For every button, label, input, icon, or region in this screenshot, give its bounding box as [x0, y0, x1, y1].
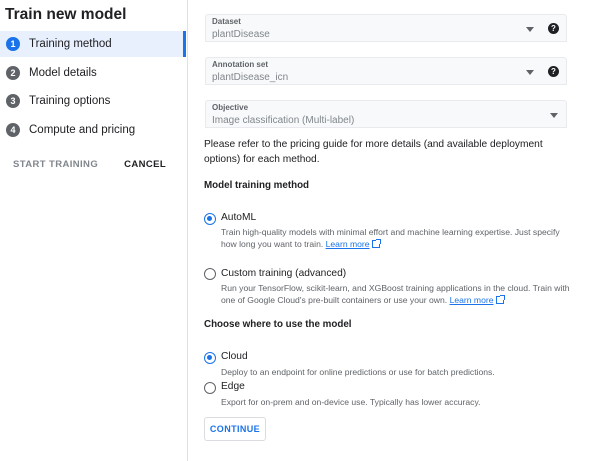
automl-title: AutoML [221, 212, 257, 223]
help-icon[interactable]: ? [548, 23, 559, 34]
objective-select[interactable]: Objective Image classification (Multi-la… [205, 100, 567, 128]
custom-training-description: Run your TensorFlow, scikit-learn, and X… [221, 282, 576, 306]
cloud-description: Deploy to an endpoint for online predict… [221, 367, 495, 377]
step-number-badge: 2 [6, 66, 20, 80]
step-label: Training method [29, 38, 112, 50]
method-section-title: Model training method [204, 180, 310, 191]
custom-training-radio[interactable] [204, 268, 216, 280]
page-title: Train new model [5, 6, 127, 23]
edge-description: Export for on-prem and on-device use. Ty… [221, 397, 481, 407]
external-link-icon [371, 239, 381, 248]
step-compute-and-pricing[interactable]: 4 Compute and pricing [0, 117, 186, 143]
step-training-method[interactable]: 1 Training method [0, 31, 186, 57]
cancel-button[interactable]: CANCEL [124, 159, 166, 170]
automl-learn-more-link[interactable]: Learn more [326, 239, 370, 249]
annotation-set-select[interactable]: Annotation set plantDisease_icn ? [205, 57, 567, 85]
edge-radio[interactable] [204, 382, 216, 394]
dataset-label: Dataset [212, 17, 241, 26]
automl-desc-text: Train high-quality models with minimal e… [221, 227, 560, 249]
step-label: Training options [29, 95, 111, 107]
step-training-options[interactable]: 3 Training options [0, 88, 186, 114]
step-label: Model details [29, 67, 97, 79]
edge-title: Edge [221, 381, 245, 392]
annotation-set-label: Annotation set [212, 60, 268, 69]
use-section-title: Choose where to use the model [204, 319, 352, 330]
step-number-badge: 4 [6, 123, 20, 137]
annotation-set-value: plantDisease_icn [212, 72, 289, 83]
objective-label: Objective [212, 103, 249, 112]
cloud-radio[interactable] [204, 352, 216, 364]
dataset-value: plantDisease [212, 29, 270, 40]
automl-description: Train high-quality models with minimal e… [221, 226, 576, 250]
step-number-badge: 1 [6, 37, 20, 51]
dropdown-arrow-icon [526, 70, 534, 75]
stepper-panel: Train new model 1 Training method 2 Mode… [0, 0, 187, 461]
dropdown-arrow-icon [550, 113, 558, 118]
step-number-badge: 3 [6, 94, 20, 108]
dataset-select[interactable]: Dataset plantDisease ? [205, 14, 567, 42]
cloud-title: Cloud [221, 351, 248, 362]
training-method-form: Dataset plantDisease ? Annotation set pl… [188, 0, 589, 461]
step-model-details[interactable]: 2 Model details [0, 60, 186, 86]
custom-training-title: Custom training (advanced) [221, 268, 347, 279]
objective-value: Image classification (Multi-label) [212, 115, 355, 126]
dropdown-arrow-icon [526, 27, 534, 32]
step-label: Compute and pricing [29, 124, 136, 136]
custom-desc-text: Run your TensorFlow, scikit-learn, and X… [221, 283, 570, 305]
external-link-icon [495, 295, 505, 304]
custom-learn-more-link[interactable]: Learn more [450, 295, 494, 305]
help-icon[interactable]: ? [548, 66, 559, 77]
stepper-actions: START TRAINING CANCEL [13, 159, 166, 170]
continue-button[interactable]: CONTINUE [204, 417, 266, 441]
start-training-button[interactable]: START TRAINING [13, 159, 98, 170]
automl-radio[interactable] [204, 213, 216, 225]
pricing-description: Please refer to the pricing guide for mo… [204, 139, 543, 165]
